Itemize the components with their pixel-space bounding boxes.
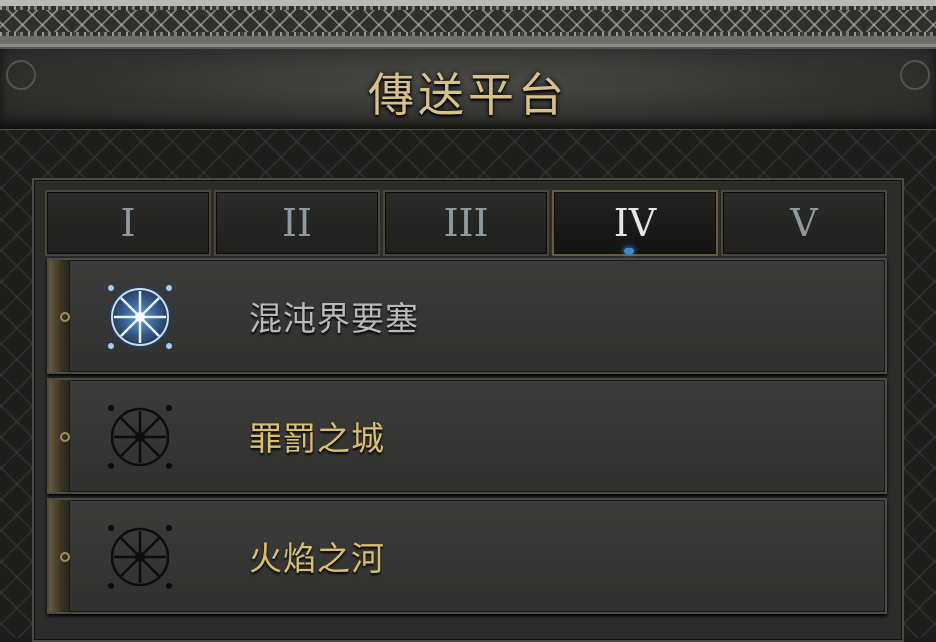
waypoint-row[interactable]: 火焰之河 [47, 498, 887, 614]
tab-act-3[interactable]: III [383, 190, 549, 256]
tab-act-4[interactable]: IV [552, 190, 718, 256]
window-title: 傳送平台 [368, 68, 568, 122]
waypoint-rune-icon [108, 525, 172, 589]
right-ornament-icon [900, 60, 930, 90]
title-bar: 傳送平台 [0, 47, 936, 132]
waypoint-row[interactable]: 混沌界要塞 [47, 258, 887, 374]
left-ornament-icon [6, 60, 36, 90]
waypoint-label: 罪罰之城 [249, 419, 385, 458]
waypoint-rune-glowing-icon [104, 281, 176, 353]
waypoint-rune-icon [108, 405, 172, 469]
tab-act-1[interactable]: I [45, 190, 211, 256]
top-ornamental-border [0, 0, 936, 47]
row-edge-ornament [49, 260, 70, 372]
row-edge-ornament [49, 500, 70, 612]
waypoint-label: 混沌界要塞 [249, 299, 419, 338]
tab-act-2[interactable]: II [214, 190, 380, 256]
tab-act-5[interactable]: V [721, 190, 887, 256]
waypoint-label: 火焰之河 [249, 539, 385, 578]
active-tab-indicator [624, 248, 634, 254]
waypoint-row[interactable]: 罪罰之城 [47, 378, 887, 494]
row-edge-ornament [49, 380, 70, 492]
